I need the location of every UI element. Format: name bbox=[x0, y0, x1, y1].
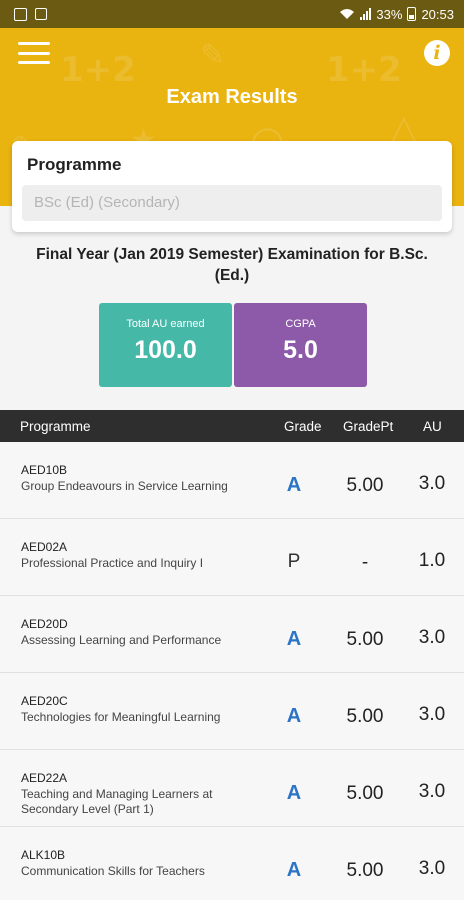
status-bar: 33% 20:53 bbox=[0, 0, 464, 28]
table-row[interactable]: AED20D Assessing Learning and Performanc… bbox=[0, 596, 464, 673]
course-name: Professional Practice and Inquiry I bbox=[21, 556, 204, 570]
course-gradept: 5.00 bbox=[346, 475, 384, 496]
total-au-tile: Total AU earned 100.0 bbox=[99, 303, 232, 387]
course-code: AED22A bbox=[21, 771, 68, 785]
info-icon[interactable]: i bbox=[424, 40, 450, 66]
course-grade: A bbox=[286, 782, 302, 804]
course-grade: A bbox=[286, 705, 302, 727]
course-gradept: 5.00 bbox=[346, 629, 384, 650]
course-gradept: 5.00 bbox=[346, 860, 384, 881]
course-code: AED20D bbox=[21, 617, 68, 631]
signal-icon bbox=[360, 8, 372, 20]
exam-title: Final Year (Jan 2019 Semester) Examinati… bbox=[36, 246, 428, 284]
course-name: Communication Skills for Teachers bbox=[21, 864, 205, 878]
course-grade: A bbox=[286, 474, 302, 496]
table-row[interactable]: AED10B Group Endeavours in Service Learn… bbox=[0, 442, 464, 519]
course-grade: A bbox=[286, 628, 302, 650]
course-au: 3.0 bbox=[418, 473, 446, 494]
course-grade: P bbox=[287, 551, 301, 572]
course-gradept: 5.00 bbox=[346, 706, 384, 727]
course-au: 3.0 bbox=[418, 627, 446, 648]
course-name: Teaching and Managing Learners at Second… bbox=[21, 787, 213, 816]
course-gradept: 5.00 bbox=[346, 783, 384, 804]
cgpa-label: CGPA bbox=[285, 318, 316, 330]
image-icon bbox=[14, 7, 27, 21]
course-au: 1.0 bbox=[418, 550, 446, 571]
course-gradept: - bbox=[361, 552, 369, 573]
notification-icon bbox=[35, 8, 47, 20]
course-au: 3.0 bbox=[418, 781, 446, 802]
header-au: AU bbox=[423, 419, 442, 434]
programme-select[interactable]: BSc (Ed) (Secondary) bbox=[22, 185, 442, 221]
course-name: Group Endeavours in Service Learning bbox=[21, 479, 228, 493]
battery-percent: 33% bbox=[376, 6, 403, 22]
course-name: Technologies for Meaningful Learning bbox=[21, 710, 221, 724]
clock: 20:53 bbox=[421, 6, 454, 22]
battery-icon bbox=[407, 7, 417, 21]
table-row[interactable]: AED02A Professional Practice and Inquiry… bbox=[0, 519, 464, 596]
table-row[interactable]: AED22A Teaching and Managing Learners at… bbox=[0, 750, 464, 827]
total-au-label: Total AU earned bbox=[126, 318, 205, 330]
cgpa-tile: CGPA 5.0 bbox=[234, 303, 367, 387]
results-table: AED10B Group Endeavours in Service Learn… bbox=[0, 442, 464, 900]
programme-card: Programme BSc (Ed) (Secondary) bbox=[12, 141, 452, 232]
header-gradept: GradePt bbox=[343, 419, 394, 434]
header-programme: Programme bbox=[20, 419, 91, 434]
page-title: Exam Results bbox=[166, 86, 298, 108]
course-code: AED20C bbox=[21, 694, 68, 708]
menu-icon[interactable] bbox=[18, 40, 50, 66]
course-grade: A bbox=[286, 859, 302, 881]
course-code: ALK10B bbox=[21, 848, 66, 862]
wifi-icon bbox=[340, 9, 355, 19]
header-grade: Grade bbox=[284, 419, 322, 434]
total-au-value: 100.0 bbox=[134, 336, 197, 364]
course-au: 3.0 bbox=[418, 858, 446, 879]
course-au: 3.0 bbox=[418, 704, 446, 725]
cgpa-value: 5.0 bbox=[283, 336, 318, 364]
course-code: AED10B bbox=[21, 463, 68, 477]
course-code: AED02A bbox=[21, 540, 68, 554]
programme-label: Programme bbox=[27, 155, 122, 174]
table-row[interactable]: AED20C Technologies for Meaningful Learn… bbox=[0, 673, 464, 750]
course-name: Assessing Learning and Performance bbox=[21, 633, 222, 647]
results-table-header: Programme Grade GradePt AU bbox=[0, 410, 464, 442]
table-row[interactable]: ALK10B Communication Skills for Teachers… bbox=[0, 827, 464, 900]
